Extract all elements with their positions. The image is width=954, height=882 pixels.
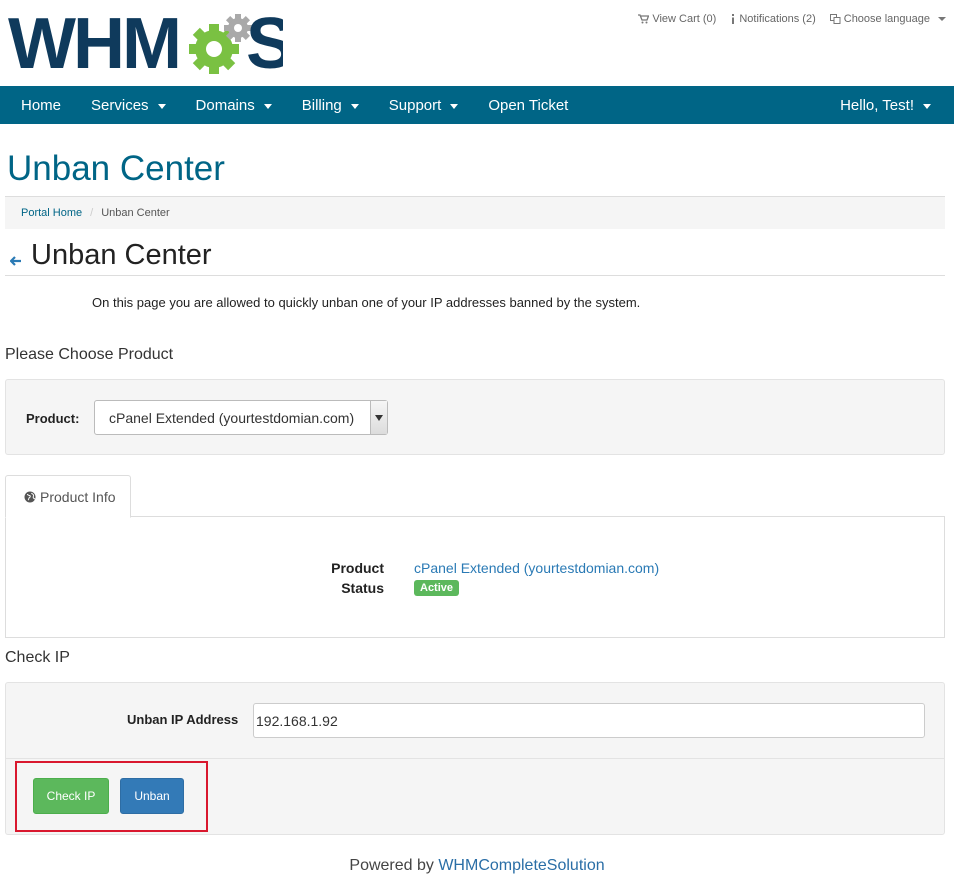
main-navbar: Home Services Domains Billing Support Op…	[0, 86, 954, 124]
check-ip-button[interactable]: Check IP	[33, 778, 109, 814]
nav-domains-label: Domains	[195, 96, 255, 114]
breadcrumb-current: Unban Center	[101, 207, 170, 219]
whmcs-logo[interactable]: WHM S	[8, 4, 294, 84]
nav-domains[interactable]: Domains	[181, 86, 287, 124]
logo-text-right: S	[246, 10, 283, 74]
nav-home-label: Home	[21, 96, 62, 114]
nav-support-label: Support	[388, 96, 442, 114]
chevron-down-icon	[923, 103, 931, 109]
chevron-down-icon	[450, 103, 459, 109]
divider	[5, 275, 945, 276]
product-info-panel: Product Status cPanel Extended (yourtest…	[5, 516, 945, 638]
product-select[interactable]: cPanel Extended (yourtestdomian.com)	[94, 400, 388, 435]
check-ip-panel: Unban IP Address Check IP Unban	[5, 682, 945, 835]
nav-billing[interactable]: Billing	[287, 86, 374, 124]
footer-link[interactable]: WHMCompleteSolution	[438, 857, 604, 874]
choose-language-dropdown[interactable]: Choose language	[829, 13, 946, 25]
info-icon	[732, 14, 735, 24]
nav-support[interactable]: Support	[374, 86, 474, 124]
choose-language-label: Choose language	[843, 13, 930, 25]
notifications-label: Notifications (2)	[739, 13, 816, 25]
chevron-down-icon	[350, 103, 359, 109]
intro-text: On this page you are allowed to quickly …	[92, 295, 641, 310]
choose-product-heading: Please Choose Product	[5, 346, 174, 363]
chevron-down-icon	[370, 401, 387, 434]
footer: Powered by WHMCompleteSolution	[0, 857, 954, 875]
divider	[6, 758, 944, 759]
footer-prefix: Powered by	[349, 857, 439, 874]
product-info-product-label: Product	[331, 560, 384, 576]
chevron-down-icon	[157, 103, 166, 109]
cart-icon	[638, 14, 650, 24]
nav-open-ticket-label: Open Ticket	[488, 96, 569, 114]
view-cart-link[interactable]: View Cart (0)	[638, 13, 716, 25]
breadcrumb-portal-home[interactable]: Portal Home	[21, 207, 82, 219]
globe-icon	[24, 491, 36, 502]
breadcrumb-separator: /	[90, 207, 94, 219]
user-menu[interactable]: Hello, Test!	[825, 86, 946, 124]
chevron-down-icon	[938, 17, 946, 21]
language-icon	[829, 14, 841, 24]
back-arrow-icon[interactable]	[10, 256, 22, 266]
section-header: Unban Center	[10, 238, 212, 272]
product-select-panel: Product: cPanel Extended (yourtestdomian…	[5, 379, 945, 455]
product-info-status-label: Status	[341, 580, 384, 596]
nav-open-ticket[interactable]: Open Ticket	[473, 86, 583, 124]
product-label: Product:	[26, 411, 80, 426]
product-info-product-link[interactable]: cPanel Extended (yourtestdomian.com)	[414, 560, 659, 576]
nav-home[interactable]: Home	[6, 86, 76, 124]
section-title: Unban Center	[31, 239, 212, 271]
chevron-down-icon	[263, 103, 272, 109]
nav-services-label: Services	[91, 96, 149, 114]
breadcrumb: Portal Home / Unban Center	[5, 197, 945, 229]
top-links: View Cart (0) Notifications (2) Choose l…	[638, 13, 946, 25]
status-badge: Active	[414, 580, 460, 596]
page-title: Unban Center	[7, 149, 225, 188]
product-select-value: cPanel Extended (yourtestdomian.com)	[109, 409, 355, 426]
check-ip-heading: Check IP	[5, 649, 70, 666]
unban-ip-input[interactable]	[253, 703, 925, 738]
tab-product-info[interactable]: Product Info	[5, 475, 131, 518]
tab-product-info-label: Product Info	[40, 488, 116, 505]
notifications-link[interactable]: Notifications (2)	[730, 13, 816, 25]
nav-billing-label: Billing	[301, 96, 342, 114]
view-cart-label: View Cart (0)	[652, 13, 717, 25]
user-menu-label: Hello, Test!	[840, 96, 914, 114]
unban-ip-label: Unban IP Address	[127, 712, 239, 727]
unban-button[interactable]: Unban	[120, 778, 184, 814]
nav-services[interactable]: Services	[76, 86, 181, 124]
logo-text-left: WHM	[8, 10, 179, 74]
